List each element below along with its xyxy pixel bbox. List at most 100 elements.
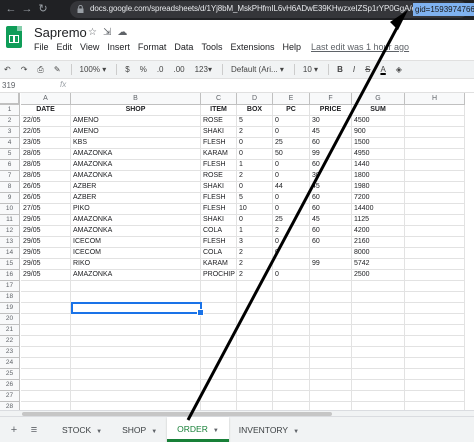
table-cell[interactable]: 25	[273, 215, 310, 226]
table-cell[interactable]	[310, 303, 352, 314]
table-cell[interactable]	[201, 336, 237, 347]
table-cell[interactable]: KBS	[71, 138, 201, 149]
table-cell[interactable]: 29/05	[21, 237, 71, 248]
row-header[interactable]: 26	[0, 380, 20, 391]
table-cell[interactable]: 27/05	[21, 204, 71, 215]
table-cell[interactable]	[237, 391, 273, 402]
table-cell[interactable]	[21, 303, 71, 314]
table-cell[interactable]: 2	[237, 248, 273, 259]
table-cell[interactable]	[352, 325, 405, 336]
selected-cell-b19[interactable]	[71, 302, 204, 316]
table-cell[interactable]: 2	[237, 259, 273, 270]
table-cell[interactable]: 60	[310, 160, 352, 171]
table-cell[interactable]	[352, 358, 405, 369]
table-cell[interactable]: 0	[273, 160, 310, 171]
table-cell[interactable]: 5	[237, 116, 273, 127]
table-cell[interactable]: FLESH	[201, 193, 237, 204]
menu-view[interactable]: View	[80, 42, 99, 54]
header-cell[interactable]: PC	[273, 105, 310, 116]
table-cell[interactable]	[21, 314, 71, 325]
table-cell[interactable]: 0	[273, 270, 310, 281]
table-cell[interactable]	[405, 215, 465, 226]
table-cell[interactable]	[405, 325, 465, 336]
table-cell[interactable]: 23/05	[21, 138, 71, 149]
table-cell[interactable]: 45	[310, 182, 352, 193]
table-cell[interactable]	[237, 325, 273, 336]
table-cell[interactable]: FLESH	[201, 237, 237, 248]
table-cell[interactable]: 60	[310, 226, 352, 237]
header-cell[interactable]: SHOP	[71, 105, 201, 116]
last-edit-link[interactable]: Last edit was 1 hour ago	[311, 42, 409, 54]
table-cell[interactable]: AMAZONKA	[71, 226, 201, 237]
table-cell[interactable]: 0	[273, 116, 310, 127]
header-cell[interactable]: DATE	[21, 105, 71, 116]
table-cell[interactable]	[273, 292, 310, 303]
table-cell[interactable]	[310, 380, 352, 391]
table-cell[interactable]: 99	[310, 149, 352, 160]
row-header[interactable]: 19	[0, 303, 20, 314]
table-cell[interactable]	[273, 358, 310, 369]
table-cell[interactable]: 2	[237, 171, 273, 182]
table-cell[interactable]	[201, 347, 237, 358]
table-cell[interactable]	[201, 281, 237, 292]
table-cell[interactable]	[237, 281, 273, 292]
table-cell[interactable]	[310, 402, 352, 410]
row-header[interactable]: 21	[0, 325, 20, 336]
table-cell[interactable]	[310, 270, 352, 281]
table-cell[interactable]	[273, 325, 310, 336]
table-cell[interactable]	[405, 237, 465, 248]
table-cell[interactable]	[21, 358, 71, 369]
table-cell[interactable]	[405, 182, 465, 193]
row-header[interactable]: 2	[0, 116, 20, 127]
row-header[interactable]: 3	[0, 127, 20, 138]
undo-icon[interactable]: ↶	[4, 65, 11, 74]
table-cell[interactable]	[405, 171, 465, 182]
table-cell[interactable]	[405, 193, 465, 204]
table-cell[interactable]: 29/05	[21, 248, 71, 259]
table-cell[interactable]	[405, 160, 465, 171]
row-header[interactable]: 6	[0, 160, 20, 171]
table-cell[interactable]: AMAZONKA	[71, 171, 201, 182]
table-cell[interactable]: 50	[273, 149, 310, 160]
table-cell[interactable]: 2160	[352, 237, 405, 248]
table-cell[interactable]	[21, 391, 71, 402]
table-cell[interactable]: 1	[237, 160, 273, 171]
column-header-h[interactable]: H	[405, 93, 465, 105]
percent-button[interactable]: %	[140, 65, 147, 74]
row-header[interactable]: 9	[0, 193, 20, 204]
table-cell[interactable]	[201, 358, 237, 369]
table-cell[interactable]: AMAZONKA	[71, 149, 201, 160]
header-cell[interactable]: SUM	[352, 105, 405, 116]
table-cell[interactable]	[405, 149, 465, 160]
move-icon[interactable]: ⇲	[103, 27, 117, 38]
row-header[interactable]: 20	[0, 314, 20, 325]
table-cell[interactable]	[201, 369, 237, 380]
table-cell[interactable]: RIKO	[71, 259, 201, 270]
table-cell[interactable]	[273, 369, 310, 380]
table-cell[interactable]: AMAZONKA	[71, 160, 201, 171]
table-cell[interactable]: SHAKI	[201, 127, 237, 138]
table-cell[interactable]: PROCHIP	[201, 270, 237, 281]
table-cell[interactable]	[237, 336, 273, 347]
table-cell[interactable]	[405, 347, 465, 358]
table-cell[interactable]	[310, 292, 352, 303]
select-all-corner[interactable]	[0, 93, 20, 105]
sheets-logo-icon[interactable]	[6, 26, 22, 48]
table-cell[interactable]	[405, 358, 465, 369]
table-cell[interactable]	[237, 380, 273, 391]
table-cell[interactable]	[201, 391, 237, 402]
table-cell[interactable]	[21, 347, 71, 358]
table-cell[interactable]: 60	[310, 193, 352, 204]
cloud-status-icon[interactable]: ☁	[117, 27, 133, 38]
table-cell[interactable]	[273, 303, 310, 314]
table-cell[interactable]: 7200	[352, 193, 405, 204]
redo-icon[interactable]: ↷	[21, 65, 28, 74]
table-cell[interactable]: 3	[237, 237, 273, 248]
table-cell[interactable]	[352, 347, 405, 358]
font-select[interactable]: Default (Ari... ▾	[231, 65, 284, 74]
table-cell[interactable]	[237, 347, 273, 358]
table-cell[interactable]: 0	[273, 204, 310, 215]
table-cell[interactable]: 28/05	[21, 160, 71, 171]
zoom-select[interactable]: 100% ▾	[80, 65, 107, 74]
back-icon[interactable]: ←	[4, 2, 18, 16]
